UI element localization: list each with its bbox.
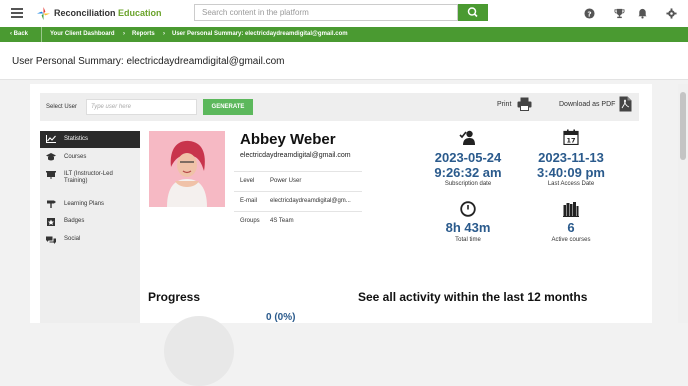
last-access-date: 2023-11-13	[538, 150, 604, 165]
top-bar: Reconciliation Education Search content …	[0, 0, 688, 27]
active-courses-label: Active courses	[551, 237, 591, 243]
breadcrumb-item-reports[interactable]: Reports	[132, 31, 155, 37]
select-user-input[interactable]: Type user here	[86, 99, 197, 115]
progress-donut	[164, 316, 234, 386]
info-key: E-mail	[240, 198, 258, 204]
breadcrumb-divider	[41, 27, 42, 42]
menu-item-label: Learning Plans	[64, 201, 105, 207]
search-icon	[467, 7, 478, 18]
download-pdf-label[interactable]: Download as PDF	[559, 101, 615, 108]
info-key: Level	[240, 178, 255, 184]
hamburger-menu-icon[interactable]	[11, 8, 23, 18]
calendar-icon: 17	[563, 129, 579, 145]
signpost-icon	[47, 200, 56, 208]
trophy-icon[interactable]	[614, 8, 625, 19]
active-courses-value: 6	[567, 220, 575, 235]
calendar-day: 17	[566, 137, 575, 145]
back-link[interactable]: ‹ Back	[10, 31, 28, 37]
menu-item-label: Statistics	[64, 136, 89, 142]
chart-icon	[46, 135, 56, 143]
back-label: Back	[13, 31, 29, 37]
brand-name-part2: Education	[118, 8, 162, 18]
user-email: electricdaydreamdigital@gmail.com	[240, 152, 351, 159]
title-bar: User Personal Summary: electricdaydreamd…	[0, 42, 688, 80]
brand-logo-icon	[36, 6, 51, 21]
search-button[interactable]	[458, 4, 488, 21]
menu-item-label: Social	[64, 236, 81, 242]
breadcrumb-chevron-icon: ›	[163, 31, 165, 37]
menu-item-label: Courses	[64, 154, 87, 160]
total-time-label: Total time	[455, 237, 481, 243]
select-user-label: Select User	[46, 104, 78, 110]
last-access-label: Last Access Date	[547, 181, 595, 187]
info-value: Power User	[270, 178, 302, 184]
clock-icon	[460, 201, 476, 217]
subscription-date: 2023-05-24	[434, 150, 502, 165]
progress-heading: Progress	[148, 290, 201, 304]
printer-icon[interactable]	[517, 97, 532, 111]
breadcrumb: ‹ Back Your Client Dashboard › Reports ›…	[0, 27, 688, 42]
help-icon[interactable]: ?	[584, 8, 595, 19]
brand-name-part1: Reconciliation	[54, 8, 116, 18]
user-check-icon	[459, 130, 475, 145]
info-value: 4S Team	[270, 218, 294, 224]
progress-value: 0 (0%)	[266, 312, 296, 323]
info-key: Groups	[240, 218, 260, 224]
brand-name[interactable]: Reconciliation Education	[54, 8, 162, 18]
generate-button[interactable]: GENERATE	[203, 99, 253, 115]
menu-item-label: ILT (Instructor-Led Training)	[64, 171, 113, 184]
activity-heading: See all activity within the last 12 mont…	[358, 290, 588, 304]
menu-item-ilt[interactable]: ILT (Instructor-Led Training)	[40, 166, 140, 193]
svg-text:?: ?	[587, 9, 591, 18]
chat-icon	[46, 236, 56, 244]
books-icon	[563, 202, 579, 217]
breadcrumb-item-dashboard[interactable]: Your Client Dashboard	[50, 31, 115, 37]
menu-item-social[interactable]: Social	[40, 232, 140, 248]
subscription-label: Subscription date	[444, 181, 492, 187]
pdf-icon[interactable]	[619, 96, 632, 112]
breadcrumb-chevron-icon: ›	[123, 31, 125, 37]
info-value: electricdaydreamdigital@gm...	[270, 198, 351, 204]
info-row-groups: Groups 4S Team	[234, 211, 362, 230]
print-label[interactable]: Print	[497, 101, 511, 108]
gear-icon[interactable]	[666, 8, 677, 19]
page-title: User Personal Summary: electricdaydreamd…	[12, 56, 285, 67]
menu-item-badges[interactable]: Badges	[40, 214, 140, 230]
user-name: Abbey Weber	[240, 131, 336, 148]
menu-item-courses[interactable]: Courses	[40, 148, 140, 166]
bell-icon[interactable]	[637, 8, 648, 19]
total-time-value: 8h 43m	[445, 220, 491, 235]
badge-icon	[47, 218, 55, 226]
menu-item-learning-plans[interactable]: Learning Plans	[40, 196, 140, 212]
avatar	[149, 131, 225, 207]
info-row-email: E-mail electricdaydreamdigital@gm...	[234, 191, 362, 210]
menu-item-statistics[interactable]: Statistics	[40, 131, 140, 148]
info-row-level: Level Power User	[234, 171, 362, 190]
search-input[interactable]: Search content in the platform	[194, 4, 458, 21]
menu-item-label: Badges	[64, 218, 85, 224]
hat-icon	[46, 153, 56, 161]
breadcrumb-item-current: User Personal Summary: electricdaydreamd…	[172, 31, 348, 37]
presentation-icon	[46, 171, 56, 179]
page-scrollbar-thumb[interactable]	[680, 92, 686, 160]
last-access-time: 3:40:09 pm	[537, 165, 605, 180]
subscription-time: 9:26:32 am	[434, 165, 502, 180]
